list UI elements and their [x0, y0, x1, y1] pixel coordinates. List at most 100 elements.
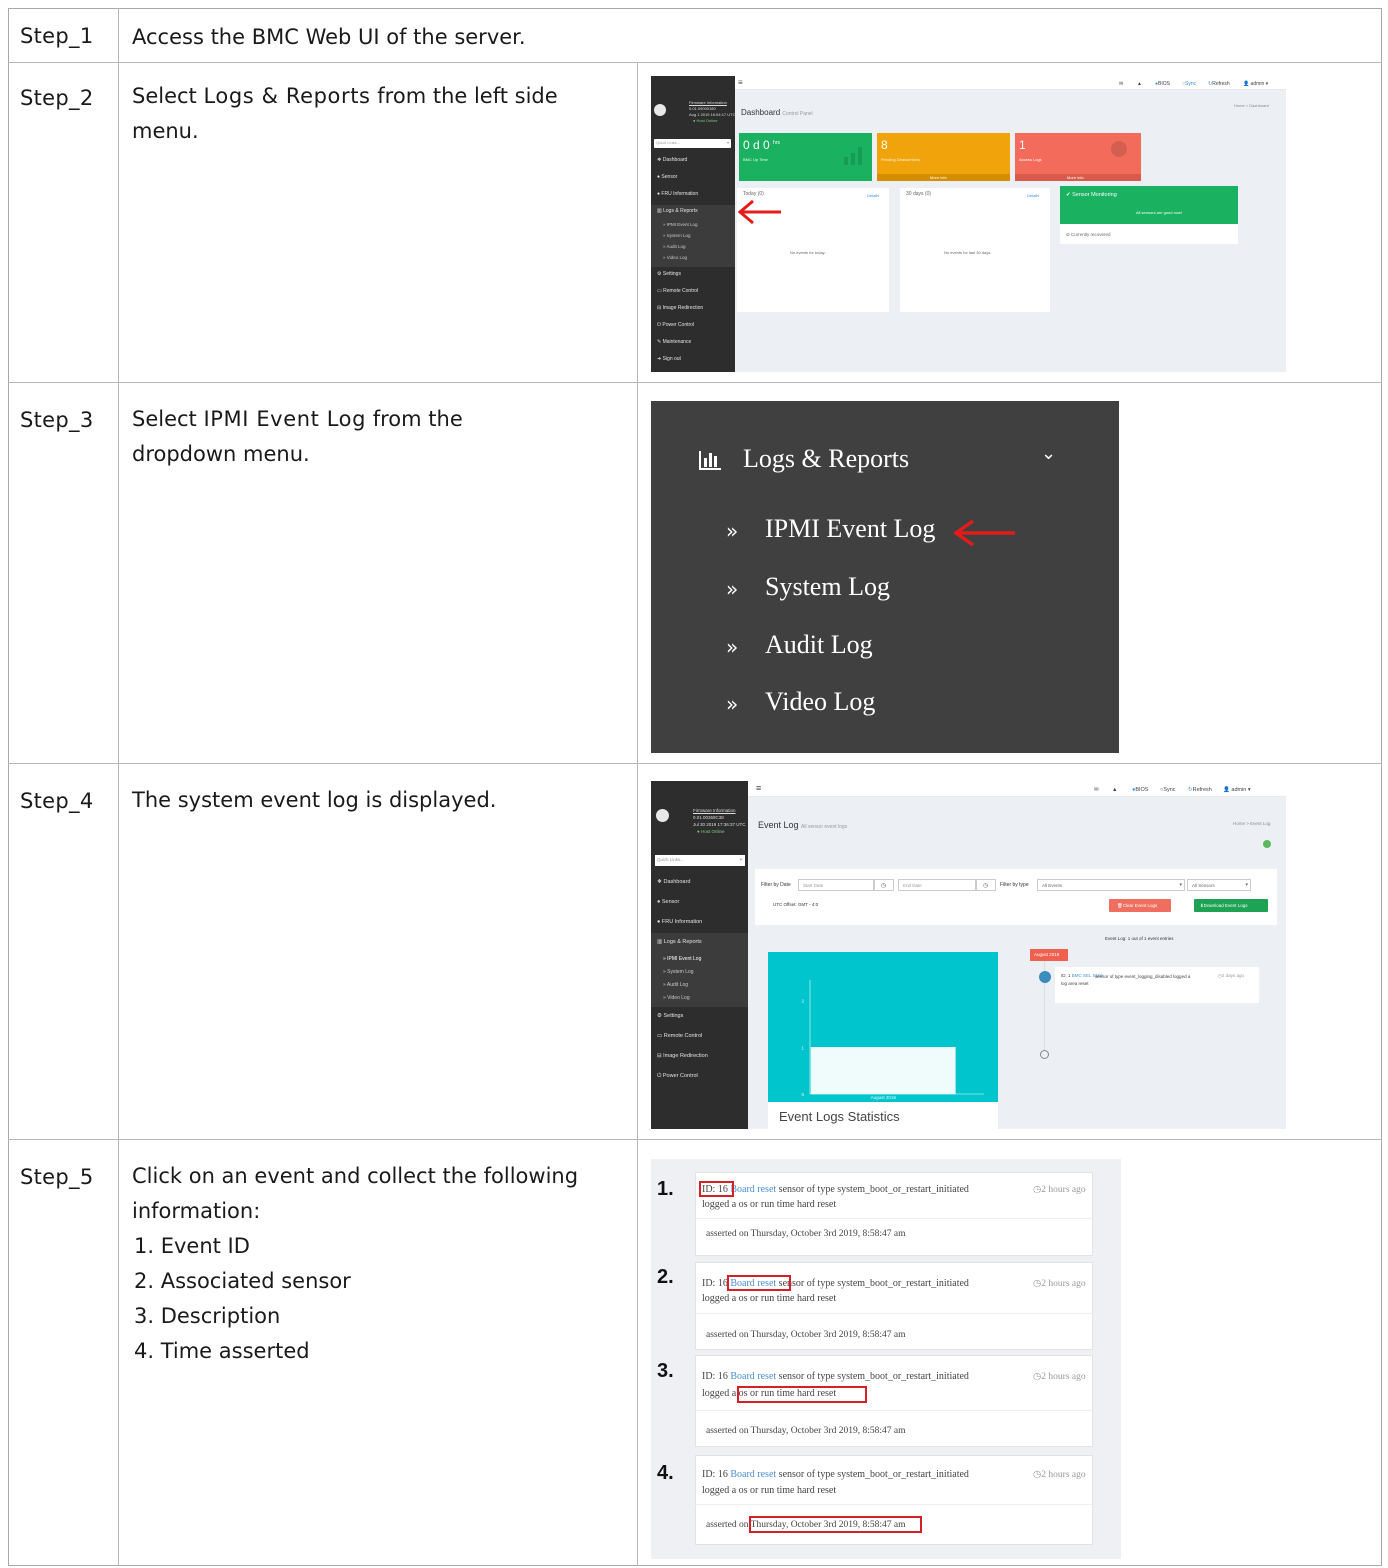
sidebar-item-settings[interactable]: ⚙ Settings: [651, 271, 735, 277]
sidebar-item-logs-reports[interactable]: ▥ Logs & Reports: [651, 939, 735, 945]
sidebar-item-logs-reports[interactable]: ▥ Logs & Reports: [651, 208, 735, 214]
end-date-input[interactable]: End Date: [898, 879, 976, 891]
double-chevron-icon: »: [726, 692, 739, 716]
clear-event-logs-button[interactable]: 🗑Clear Event Logs: [1109, 899, 1171, 912]
sync-button[interactable]: ○Sync: [1182, 81, 1196, 87]
event-entry[interactable]: ID: 1 BMC SEL State sensor of type event…: [1055, 967, 1259, 1003]
row-divider: [8, 763, 1382, 764]
sidebar-subitem-video-log[interactable]: » Video Log: [651, 255, 735, 260]
highlight-box: [727, 1275, 791, 1291]
bios-button[interactable]: ●BIOS: [1155, 81, 1170, 87]
sidebar-item-dashboard[interactable]: ❖ Dashboard: [651, 879, 735, 885]
highlight-box: [699, 1181, 734, 1197]
column-divider: [637, 62, 638, 1566]
sidebar-subitem-ipmi-event-log[interactable]: » IPMI Event Log: [651, 222, 735, 227]
sidebar-item-fru[interactable]: ● FRU Information: [651, 191, 735, 197]
row-divider: [8, 1139, 1382, 1140]
clock-icon[interactable]: ◷: [874, 879, 894, 891]
double-chevron-icon: »: [726, 635, 739, 659]
chevron-down-icon[interactable]: ⌄: [1041, 443, 1056, 464]
sidebar-subitem-audit-log[interactable]: » Audit Log: [651, 982, 735, 988]
hamburger-icon[interactable]: ≡: [738, 78, 743, 87]
user-menu[interactable]: 👤 admin ▾: [1243, 81, 1268, 87]
filter-panel: Filter by Date Start Date ◷ End Date ◷ F…: [755, 869, 1277, 925]
row-divider: [8, 382, 1382, 383]
step-label: Step_2: [20, 86, 94, 110]
sidebar-subitem-system-log[interactable]: » System Log: [651, 233, 735, 238]
refresh-button[interactable]: ↻Refresh: [1188, 787, 1212, 793]
more-info-link[interactable]: More info: [877, 174, 1010, 181]
dashboard-screenshot: Firmware Information 0.01.09000180 Aug 1…: [651, 76, 1286, 372]
step-text: Click on an event and collect the follow…: [132, 1159, 622, 1369]
download-event-logs-button[interactable]: ⬇Download Event Logs: [1194, 899, 1268, 912]
more-info-link[interactable]: More info: [1015, 174, 1141, 181]
top-navbar: ≡ ✉ ▲ ●BIOS ○Sync ↻Refresh 👤 admin ▾: [748, 781, 1286, 797]
step-label: Step_5: [20, 1165, 94, 1189]
sidebar-subitem-audit-log[interactable]: » Audit Log: [651, 244, 735, 249]
menu-item-video-log[interactable]: Video Log: [765, 687, 875, 717]
menu-header-label[interactable]: Logs & Reports: [743, 444, 909, 474]
event-time-ago: ◷2 hours ago: [1033, 1372, 1086, 1382]
sidebar-item-sensor[interactable]: ● Sensor: [651, 899, 735, 905]
sidebar-subitem-video-log[interactable]: » Video Log: [651, 995, 735, 1001]
sidebar-item-image-redirection[interactable]: ⊟ Image Redirection: [651, 1053, 735, 1059]
callout-number: 4.: [657, 1462, 674, 1484]
step-label: Step_1: [20, 24, 94, 48]
sidebar-item-remote-control[interactable]: ▭ Remote Control: [651, 1033, 735, 1039]
help-icon[interactable]: [1263, 840, 1271, 848]
callout-number: 1.: [657, 1178, 674, 1200]
sidebar: Firmware Information 0.01.09000180 Aug 1…: [651, 76, 735, 372]
chart-title: Event Logs Statistics: [779, 1109, 900, 1124]
sidebar-item-dashboard[interactable]: ❖ Dashboard: [651, 157, 735, 163]
sensor-select[interactable]: All Sensors ▾: [1187, 879, 1251, 891]
step-text: Select Logs & Reports from the left side…: [132, 84, 558, 143]
double-chevron-icon: »: [726, 519, 739, 543]
event-line: ID: 16 Board reset sensor of type system…: [702, 1469, 969, 1480]
clock-icon: [1040, 1050, 1049, 1059]
sync-button[interactable]: ○Sync: [1160, 787, 1176, 793]
avatar: [656, 809, 669, 822]
sidebar-subitem-ipmi-event-log[interactable]: » IPMI Event Log: [651, 956, 735, 962]
quick-links-select[interactable]: Quick Links... ▾: [654, 139, 731, 148]
hamburger-icon[interactable]: ≡: [756, 783, 761, 793]
menu-item-ipmi-event-log[interactable]: IPMI Event Log: [765, 514, 935, 544]
refresh-button[interactable]: ↻Refresh: [1208, 81, 1230, 87]
sidebar-item-settings[interactable]: ⚙ Settings: [651, 1013, 735, 1019]
sidebar-item-maintenance[interactable]: ✎ Maintenance: [651, 339, 735, 345]
sidebar-item-sign-out[interactable]: ➜ Sign out: [651, 356, 735, 362]
access-logs-tile: 1 Access Logs More info: [1015, 133, 1141, 181]
start-date-input[interactable]: Start Date: [798, 879, 874, 891]
chart-y-tick-label: 2: [801, 999, 804, 1004]
menu-item-system-log[interactable]: System Log: [765, 572, 890, 602]
thirty-days-panel: 30 days (0) Details No events for last 3…: [900, 188, 1050, 312]
mail-icon[interactable]: ✉: [1094, 787, 1099, 793]
quick-links-select[interactable]: Quick Links... ▾: [655, 855, 745, 866]
warning-icon[interactable]: ▲: [1137, 81, 1142, 87]
highlight-box: [737, 1386, 867, 1403]
sidebar-item-power-control[interactable]: ⏻ Power Control: [651, 322, 735, 328]
sidebar-subitem-system-log[interactable]: » System Log: [651, 969, 735, 975]
column-divider: [118, 8, 119, 1566]
double-chevron-icon: »: [726, 577, 739, 601]
warning-icon[interactable]: ▲: [1112, 787, 1117, 793]
bar-chart: 0 1 2 August 2019: [801, 980, 984, 1100]
pointer-arrow-icon: [952, 519, 1015, 547]
bar-chart-icon: [699, 451, 721, 470]
sidebar-item-fru[interactable]: ● FRU Information: [651, 919, 735, 925]
sidebar-item-image-redirection[interactable]: ⊟ Image Redirection: [651, 305, 735, 311]
bios-button[interactable]: ●BIOS: [1132, 787, 1148, 793]
sidebar-item-remote-control[interactable]: ▭ Remote Control: [651, 288, 735, 294]
uptime-tile: 0 d 0 hrs BMC Up Time: [739, 133, 872, 181]
event-line: ID: 16 Board reset sensor of type system…: [702, 1184, 969, 1195]
clock-icon[interactable]: ◷: [976, 879, 996, 891]
sidebar-item-sensor[interactable]: ● Sensor: [651, 174, 735, 180]
sidebar-item-power-control[interactable]: ⏻ Power Control: [651, 1073, 735, 1080]
breadcrumb: Home > Dashboard: [1234, 103, 1269, 108]
user-menu[interactable]: 👤 admin ▾: [1223, 787, 1251, 793]
event-type-select[interactable]: All Events ▾: [1037, 879, 1185, 891]
info-item-event-id: 1. Event ID: [134, 1234, 250, 1258]
menu-item-audit-log[interactable]: Audit Log: [765, 630, 873, 660]
mail-icon[interactable]: ✉: [1119, 81, 1123, 87]
entries-info: Event Log: 1 out of 1 event entries: [1105, 936, 1174, 941]
pointer-arrow-icon: [737, 199, 781, 225]
